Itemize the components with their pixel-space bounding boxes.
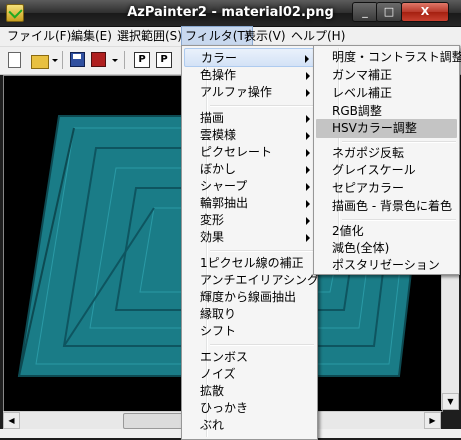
menu-item-effects[interactable]: 効果 [184,228,315,247]
menu-item-shake[interactable]: ぶれ [184,416,315,435]
submenu-arrow-icon [306,115,310,123]
menu-selection[interactable]: 選択範囲(S) [114,27,185,46]
new-icon[interactable] [8,52,21,68]
menu-separator [342,141,456,143]
submenu-arrow-icon [306,89,310,97]
dropdown-arrow-icon[interactable] [112,59,118,62]
scroll-left-button[interactable]: ◀ [3,412,20,429]
title-bar: AzPainter2 - material02.png _ □ X [0,0,461,27]
filter-menu: カラー 色操作 アルファ操作 描画 雲模様 ピクセレート ぼかし シャープ 輪郭… [181,45,319,440]
menu-item-brightness-contrast[interactable]: 明度・コントラスト調整 [316,48,461,67]
menu-bar: ファイル(F) 編集(E) 選択範囲(S) フィルタ(T) 表示(V) ヘルプ(… [0,26,461,47]
menu-separator [210,105,314,107]
menu-item-alpha-ops[interactable]: アルファ操作 [184,83,315,102]
dropdown-arrow-icon[interactable] [52,59,58,62]
menu-separator [210,250,314,252]
color-submenu: 明度・コントラスト調整 ガンマ補正 レベル補正 RGB調整 HSVカラー調整 ネ… [313,45,461,275]
menu-item-sepia[interactable]: セピアカラー [316,179,457,198]
submenu-arrow-icon [306,166,310,174]
menu-file[interactable]: ファイル(F) [4,27,74,46]
menu-item-grayscale[interactable]: グレイスケール [316,161,457,180]
submenu-arrow-icon [306,183,310,191]
scroll-down-button[interactable]: ▼ [442,393,459,410]
submenu-arrow-icon [306,149,310,157]
submenu-arrow-icon [306,234,310,242]
open-icon[interactable] [31,55,49,69]
menu-item-shift[interactable]: シフト [184,322,315,341]
submenu-arrow-icon [306,72,310,80]
menu-edit[interactable]: 編集(E) [68,27,115,46]
maximize-button[interactable]: □ [376,2,402,22]
menu-item-colorize-fg-bg[interactable]: 描画色 - 背景色に着色 [316,197,457,216]
tool-p2-icon[interactable]: P [156,52,172,68]
submenu-arrow-icon [305,55,309,63]
submenu-arrow-icon [306,200,310,208]
save-as-icon[interactable] [91,52,106,67]
close-button[interactable]: X [401,2,449,22]
save-icon[interactable] [70,52,85,67]
menu-item-color[interactable]: カラー [184,48,315,67]
horizontal-scroll-thumb[interactable] [123,413,185,429]
menu-separator [210,344,314,346]
menu-item-posterize[interactable]: ポスタリゼーション [316,256,457,275]
tool-p1-icon[interactable]: P [134,52,150,68]
menu-item-gamma[interactable]: ガンマ補正 [316,66,457,85]
menu-separator [342,219,456,221]
toolbar-separator [62,51,63,69]
submenu-arrow-icon [306,217,310,225]
menu-help[interactable]: ヘルプ(H) [288,27,348,46]
menu-view[interactable]: 表示(V) [241,27,289,46]
minimize-button[interactable]: _ [352,2,378,22]
menu-item-hsv-adjust[interactable]: HSVカラー調整 [316,119,457,138]
submenu-arrow-icon [306,132,310,140]
menu-item-levels[interactable]: レベル補正 [316,84,457,103]
toolbar-separator [124,51,125,69]
scroll-right-button[interactable]: ▶ [424,412,441,429]
